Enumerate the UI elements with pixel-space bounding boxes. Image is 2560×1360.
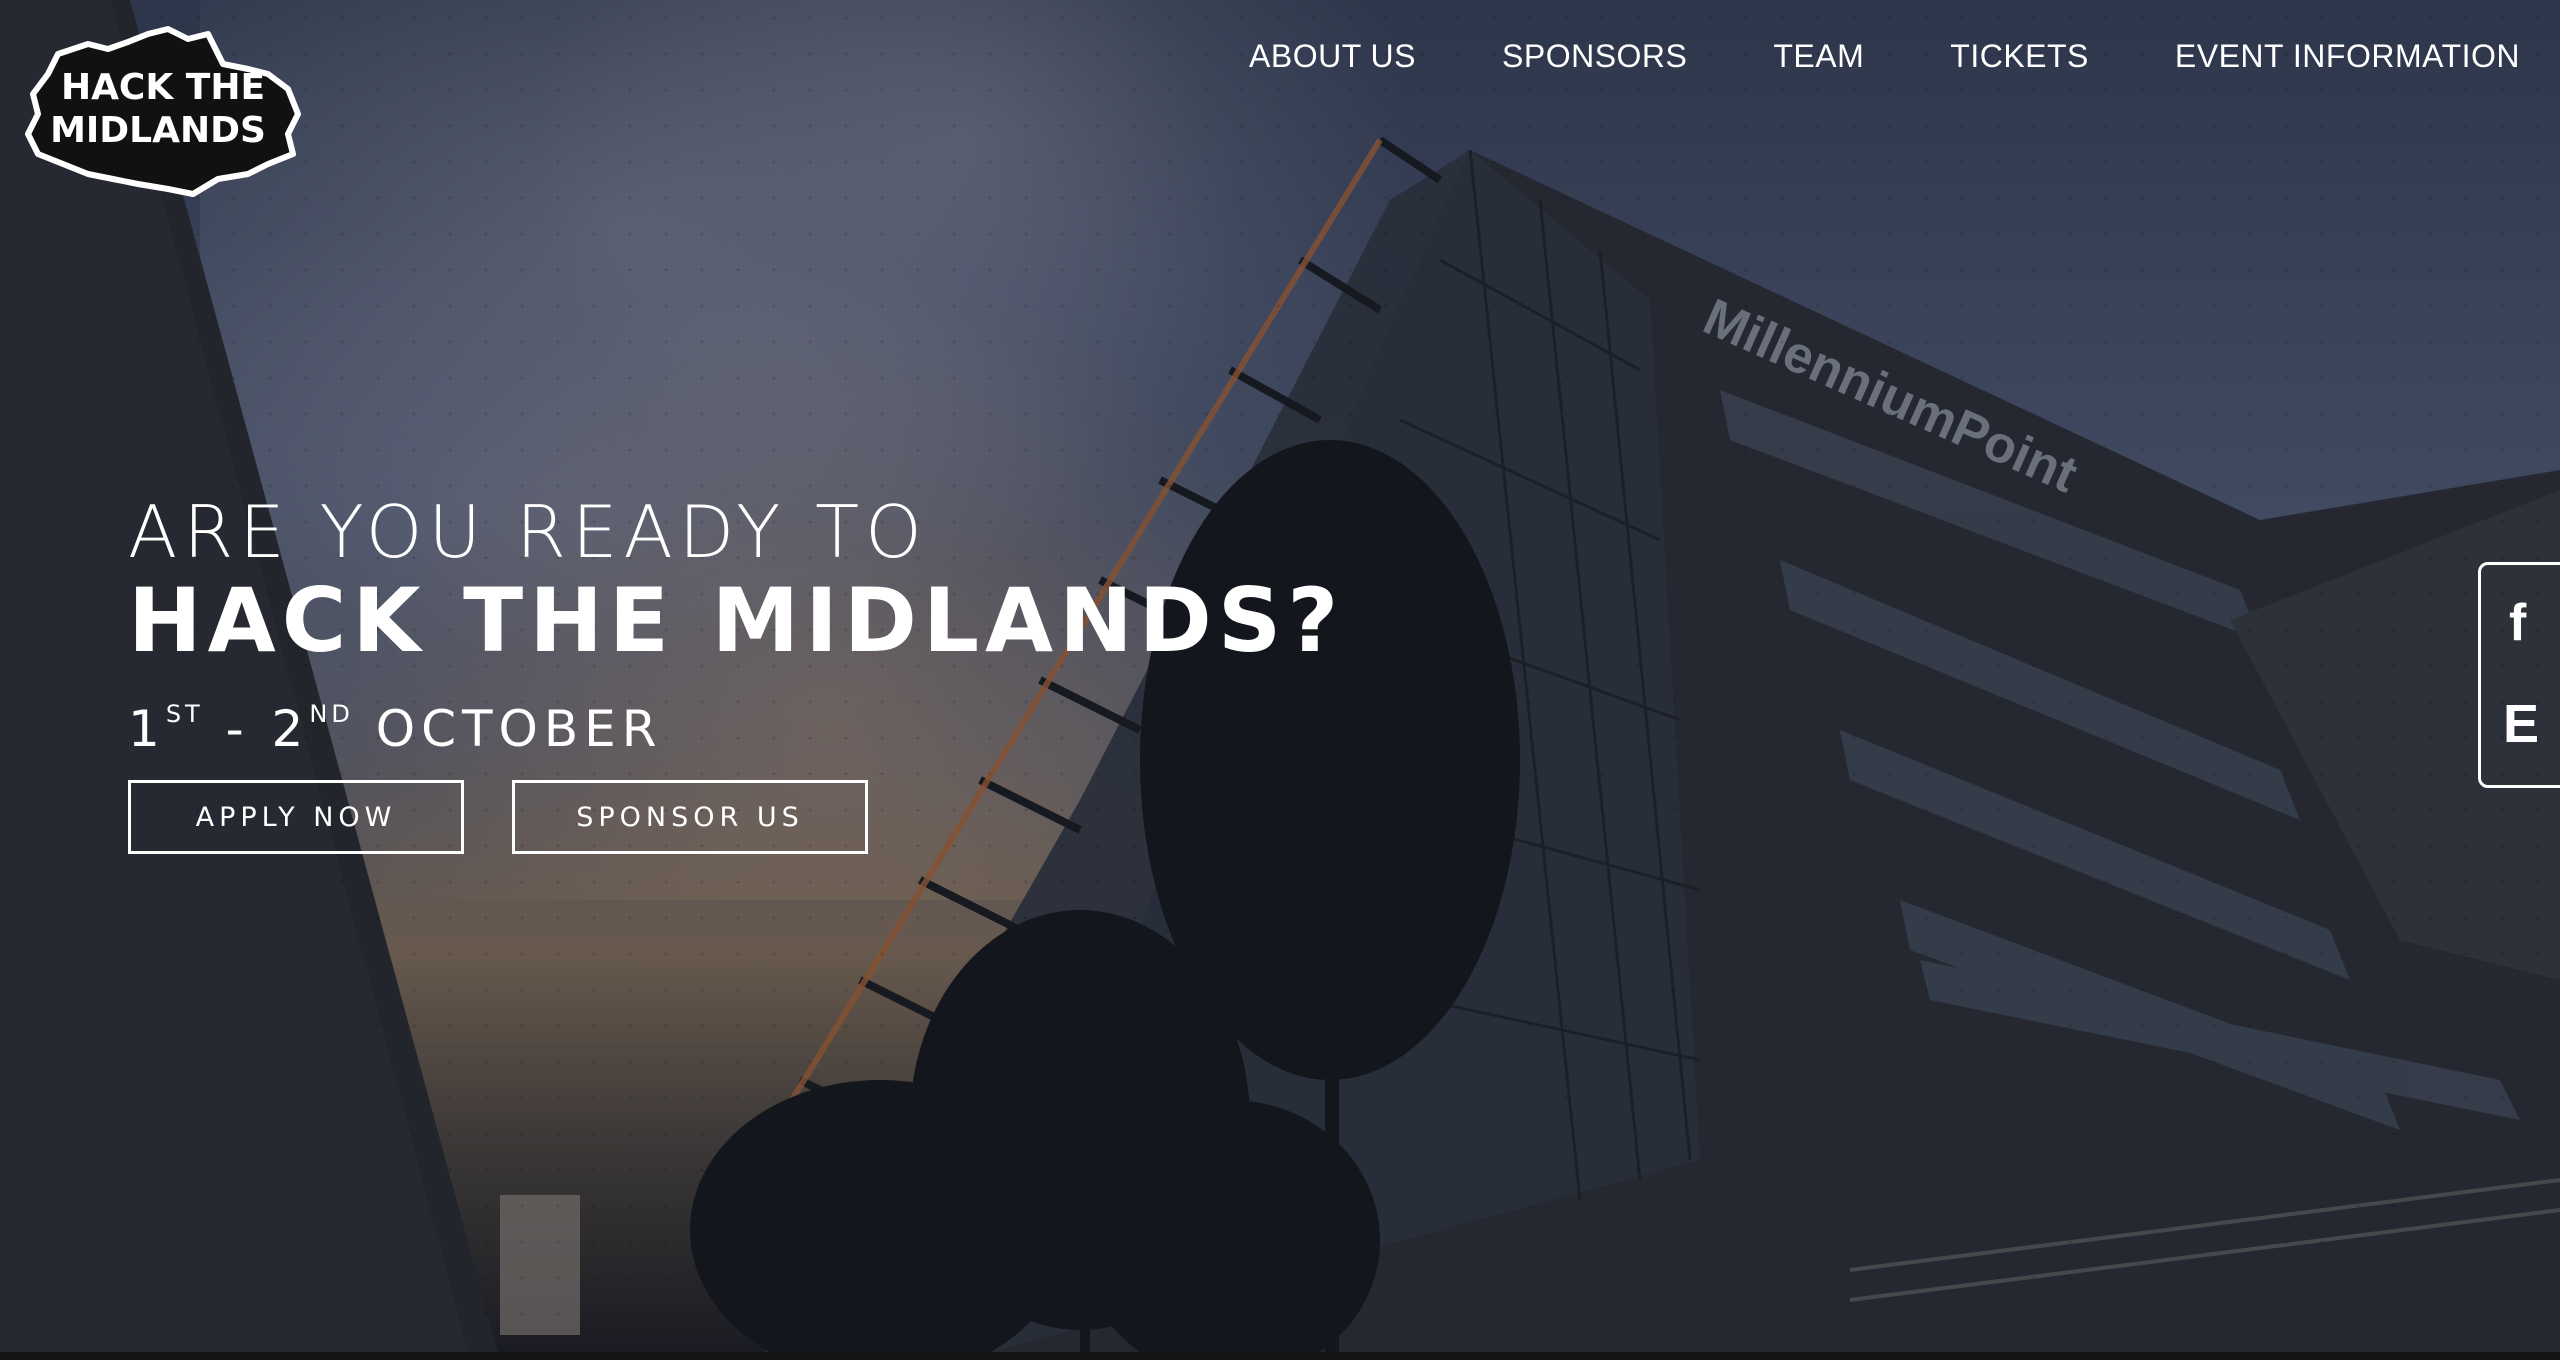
hero-section: MillenniumPoint HACK THE MIDLANDS ABOUT … <box>0 0 2560 1360</box>
eventbrite-icon[interactable]: E <box>2503 693 2539 755</box>
date-day2-suffix: ND <box>309 700 354 728</box>
logo-map-icon[interactable]: HACK THE MIDLANDS <box>18 14 308 204</box>
nav-team[interactable]: TEAM <box>1773 38 1864 75</box>
facebook-icon[interactable]: f <box>2509 593 2526 653</box>
bottom-edge <box>0 1352 2560 1360</box>
nav-event-information[interactable]: EVENT INFORMATION <box>2175 38 2520 75</box>
hero-headline: ARE YOU READY TO HACK THE MIDLANDS? 1ST … <box>128 488 1344 759</box>
sponsor-us-button[interactable]: SPONSOR US <box>512 780 868 854</box>
logo-text-line1: HACK THE <box>61 67 265 108</box>
logo-text-line2: MIDLANDS <box>50 110 266 151</box>
apply-now-button[interactable]: APPLY NOW <box>128 780 464 854</box>
date-separator: - 2 <box>225 700 310 758</box>
social-links-panel: f E <box>2478 562 2560 788</box>
hero-buttons: APPLY NOW SPONSOR US <box>128 780 868 854</box>
nav-about-us[interactable]: ABOUT US <box>1249 38 1416 75</box>
date-month: OCTOBER <box>375 700 663 758</box>
main-nav: ABOUT US SPONSORS TEAM TICKETS EVENT INF… <box>1249 38 2520 75</box>
hero-line2: HACK THE MIDLANDS? <box>128 569 1345 672</box>
date-day1: 1 <box>128 700 166 758</box>
hero-date: 1ST - 2ND OCTOBER <box>128 684 1344 759</box>
nav-tickets[interactable]: TICKETS <box>1950 38 2089 75</box>
hero-line1: ARE YOU READY TO <box>128 490 928 574</box>
nav-sponsors[interactable]: SPONSORS <box>1502 38 1687 75</box>
date-day1-suffix: ST <box>165 700 204 728</box>
